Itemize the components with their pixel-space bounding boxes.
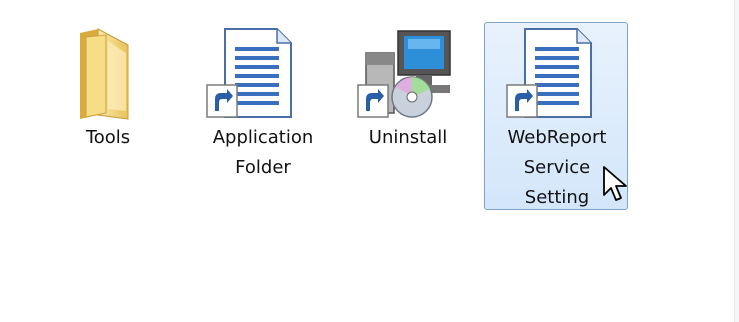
folder-icon bbox=[36, 23, 180, 123]
file-item-label: Uninstall bbox=[368, 127, 448, 148]
file-item-label: Tools bbox=[85, 127, 131, 148]
document-shortcut-icon bbox=[485, 23, 629, 123]
window-edge bbox=[734, 0, 739, 322]
shortcut-arrow-icon bbox=[206, 84, 238, 118]
document-shortcut-icon bbox=[191, 23, 335, 123]
file-item-uninstall[interactable]: Uninstall bbox=[335, 22, 479, 210]
shortcut-arrow-icon bbox=[506, 84, 538, 118]
mouse-cursor-icon bbox=[603, 166, 627, 201]
file-item-tools[interactable]: Tools bbox=[35, 22, 179, 210]
file-item-application-folder[interactable]: Application Folder bbox=[190, 22, 334, 210]
shortcut-arrow-icon bbox=[357, 84, 389, 118]
installer-shortcut-icon bbox=[336, 23, 480, 123]
file-item-label: Application Folder bbox=[212, 127, 314, 178]
explorer-file-view: Tools Application Folder Uninstall WebRe… bbox=[0, 0, 739, 322]
